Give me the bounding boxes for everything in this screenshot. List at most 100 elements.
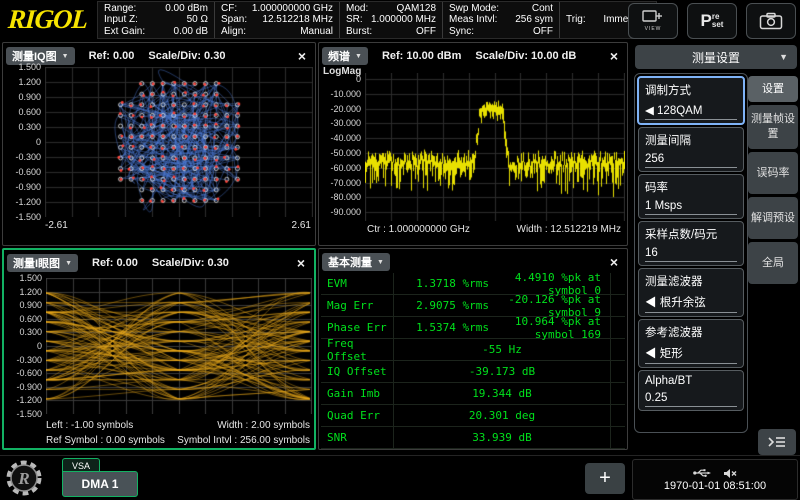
readout-value: OFF — [416, 26, 436, 38]
measure-rms-value: 1.5374 %rms — [393, 321, 489, 334]
settings-field-2[interactable]: 码率1 Msps — [638, 174, 744, 219]
settings-field-alpha-bt[interactable]: Alpha/BT0.25 — [638, 370, 744, 411]
eye-axis-labels-row2: Ref Symbol : 0.00 symbols Symbol Intvl :… — [46, 435, 310, 446]
axis-tick-label: -1.200 — [3, 197, 41, 207]
panel-spectrum: 频谱 ▼ Ref: 10.00 dBm Scale/Div: 10.00 dB … — [318, 42, 628, 246]
sidebar-tab-2[interactable]: 误码率 — [748, 152, 798, 194]
axis-tick-label: -1.500 — [3, 212, 41, 222]
readout-value: 0.00 dBm — [165, 3, 208, 15]
sidebar-tab-3[interactable]: 解调预设 — [748, 197, 798, 239]
preset-icon: P re set — [701, 11, 724, 31]
gear-icon: R — [4, 458, 44, 498]
axis-tick-label: 0.300 — [4, 327, 42, 337]
sidebar-tab-1[interactable]: 测量帧设置 — [748, 105, 798, 149]
field-value: 256 — [645, 153, 737, 168]
axis-tick-label: -0.600 — [4, 368, 42, 378]
eye-ref-readout: Ref: 0.00 — [92, 257, 138, 269]
bottom-bar: R VSA DMA 1 + — [0, 455, 800, 500]
chevron-down-icon: ▼ — [65, 260, 72, 267]
measure-title-dropdown[interactable]: 基本测量 ▼ — [322, 253, 390, 271]
field-value: 16 — [645, 247, 737, 262]
add-view-button[interactable]: VIEW — [628, 3, 678, 39]
measure-name: SNR — [321, 431, 393, 444]
sidebar-header-dropdown[interactable]: 测量设置 ▼ — [635, 45, 797, 69]
axis-tick-label: -10.000 — [319, 89, 361, 99]
readout-group: Mod:QAM128SR:1.000000 MHzBurst:OFF — [339, 2, 442, 38]
app-tab-group[interactable]: VSA DMA 1 — [62, 458, 140, 498]
measure-rms-value: 2.9075 %rms — [393, 299, 489, 312]
measure-table: EVM1.3718 %rms4.4910 %pk at symbol 0Mag … — [321, 273, 625, 449]
app-instance-tab[interactable]: DMA 1 — [62, 471, 138, 497]
field-label: 码率 — [645, 179, 737, 195]
top-bar-buttons: VIEW P re set — [628, 3, 796, 39]
measure-name: Quad Err — [321, 409, 393, 422]
field-label: 调制方式 — [645, 82, 737, 98]
measure-row: IQ Offset-39.173 dB — [321, 361, 625, 383]
settings-field-4[interactable]: 测量滤波器◀ 根升余弦 — [638, 268, 744, 317]
readout-value: 256 sym — [515, 14, 553, 26]
field-value: ◀ 根升余弦 — [645, 294, 737, 313]
axis-tick-label: -1.200 — [4, 395, 42, 405]
system-gear-logo[interactable]: R — [4, 458, 44, 500]
close-icon[interactable]: × — [292, 255, 310, 271]
readout-value: QAM128 — [397, 3, 436, 15]
eye-title-dropdown[interactable]: 测量I眼图 ▼ — [7, 254, 78, 272]
status-icons — [693, 468, 737, 479]
close-icon[interactable]: × — [605, 254, 623, 270]
iq-panel-header: 测量IQ图 ▼ Ref: 0.00 Scale/Div: 0.30 × — [3, 43, 315, 67]
sidebar-tab-0[interactable]: 设置 — [748, 76, 798, 102]
axis-tick-label: -70.000 — [319, 178, 361, 188]
readout-row: Range:0.00 dBm — [104, 3, 208, 15]
readout-key: Span: — [221, 14, 247, 26]
axis-tick-label: -60.000 — [319, 163, 361, 173]
system-status-box[interactable]: 1970-01-01 08:51:00 — [632, 459, 798, 500]
spectrum-title-dropdown[interactable]: 频谱 ▼ — [322, 47, 368, 65]
settings-field-0[interactable]: 调制方式◀ 128QAM — [637, 76, 745, 125]
usb-icon — [693, 468, 711, 478]
readout-row: Sync:OFF — [449, 26, 553, 38]
spectrum-panel-header: 频谱 ▼ Ref: 10.00 dBm Scale/Div: 10.00 dB … — [319, 43, 627, 67]
axis-tick-label: 0.600 — [3, 107, 41, 117]
measure-name: Mag Err — [321, 299, 393, 312]
measure-name: Phase Err — [321, 321, 393, 334]
screenshot-button[interactable] — [746, 3, 796, 39]
axis-tick-label: -80.000 — [319, 192, 361, 202]
readout-row: Input Z:50 Ω — [104, 14, 208, 26]
readout-value: 0.00 dB — [174, 26, 208, 38]
readout-value: OFF — [533, 26, 553, 38]
collapse-menu-button[interactable] — [758, 429, 796, 455]
axis-tick-label: -90.000 — [319, 207, 361, 217]
axis-tick-label: 0 — [3, 137, 41, 147]
close-icon[interactable]: × — [293, 48, 311, 64]
measure-name: IQ Offset — [321, 365, 393, 378]
status-readout-strip: Range:0.00 dBmInput Z:50 ΩExt Gain:0.00 … — [97, 1, 657, 39]
measurement-settings-sidebar: 测量设置 ▼ 调制方式◀ 128QAM测量间隔256码率1 Msps采样点数/码… — [632, 40, 800, 455]
spectrum-title: 频谱 — [328, 48, 350, 64]
readout-group: Swp Mode:ContMeas Intvl:256 symSync:OFF — [442, 2, 559, 38]
settings-field-3[interactable]: 采样点数/码元 16 — [638, 221, 744, 266]
settings-field-5[interactable]: 参考滤波器◀ 矩形 — [638, 319, 744, 368]
add-app-button[interactable]: + — [585, 463, 625, 494]
field-label: Alpha/BT — [645, 375, 737, 387]
axis-tick-label: 1.500 — [3, 62, 41, 72]
table-divider — [393, 273, 394, 449]
readout-row: SR:1.000000 MHz — [346, 14, 436, 26]
measure-value: 33.939 dB — [393, 431, 625, 444]
field-label: 采样点数/码元 — [645, 226, 737, 242]
measure-name: EVM — [321, 277, 393, 290]
measure-peak-value: 10.964 %pk at symbol 169 — [489, 315, 625, 341]
readout-row: Swp Mode:Cont — [449, 3, 553, 15]
spectrum-span: Width : 12.512219 MHz — [517, 224, 622, 235]
panel-eye-diagram: 测量I眼图 ▼ Ref: 0.00 Scale/Div: 0.30 × Left… — [2, 248, 316, 450]
sidebar-tab-4[interactable]: 全局 — [748, 242, 798, 284]
readout-key: Trig: — [566, 14, 586, 26]
axis-tick-label: 0 — [4, 341, 42, 351]
readout-group: CF:1.000000000 GHzSpan:12.512218 MHzAlig… — [214, 2, 339, 38]
preset-button[interactable]: P re set — [687, 3, 737, 39]
close-icon[interactable]: × — [605, 48, 623, 64]
axis-tick-label: 1.500 — [4, 273, 42, 283]
field-value: ◀ 矩形 — [645, 345, 737, 364]
eye-ref-symbol-readout: Ref Symbol : 0.00 symbols — [46, 435, 165, 446]
settings-field-1[interactable]: 测量间隔256 — [638, 127, 744, 172]
top-bar: RIGOL Range:0.00 dBmInput Z:50 ΩExt Gain… — [0, 0, 800, 40]
